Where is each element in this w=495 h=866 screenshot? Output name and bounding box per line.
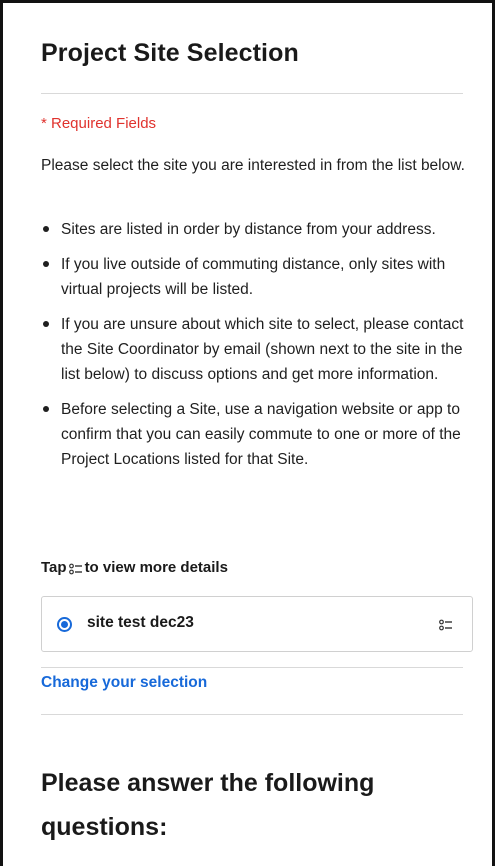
radio-selected-icon[interactable] <box>57 617 72 632</box>
tap-hint-prefix: Tap <box>41 559 67 576</box>
questions-section-title: Please answer the following questions: <box>41 769 375 841</box>
page-title: Project Site Selection <box>41 39 299 67</box>
site-name: site test dec23 <box>87 614 194 631</box>
list-item: Sites are listed in order by distance fr… <box>41 217 471 242</box>
card-divider <box>41 667 463 668</box>
details-list-icon <box>68 562 83 574</box>
instructions-list: Sites are listed in order by distance fr… <box>41 217 471 482</box>
list-item-text: Sites are listed in order by distance fr… <box>61 221 436 238</box>
required-fields-note: * Required Fields <box>41 115 157 132</box>
list-item: If you live outside of commuting distanc… <box>41 252 471 302</box>
list-item: If you are unsure about which site to se… <box>41 312 471 387</box>
tap-hint-suffix: to view more details <box>84 559 228 576</box>
list-item-text: If you live outside of commuting distanc… <box>61 256 446 298</box>
list-item-text: If you are unsure about which site to se… <box>61 316 464 383</box>
list-item-text: Before selecting a Site, use a navigatio… <box>61 401 461 468</box>
list-item: Before selecting a Site, use a navigatio… <box>41 397 471 472</box>
bullet-dot <box>43 226 49 232</box>
change-selection-link[interactable]: Change your selection <box>41 674 207 692</box>
bullet-dot <box>43 321 49 327</box>
bullet-dot <box>43 261 49 267</box>
site-option-card[interactable]: site test dec23 <box>41 596 473 652</box>
intro-text: Please select the site you are intereste… <box>41 157 465 174</box>
tap-hint: Tap to view more details <box>41 559 228 576</box>
bullet-dot <box>43 406 49 412</box>
section-divider <box>41 714 463 715</box>
page-frame: Project Site Selection * Required Fields… <box>0 0 495 866</box>
details-list-icon[interactable] <box>438 617 454 633</box>
radio-dot <box>61 621 68 628</box>
title-divider <box>41 93 463 94</box>
